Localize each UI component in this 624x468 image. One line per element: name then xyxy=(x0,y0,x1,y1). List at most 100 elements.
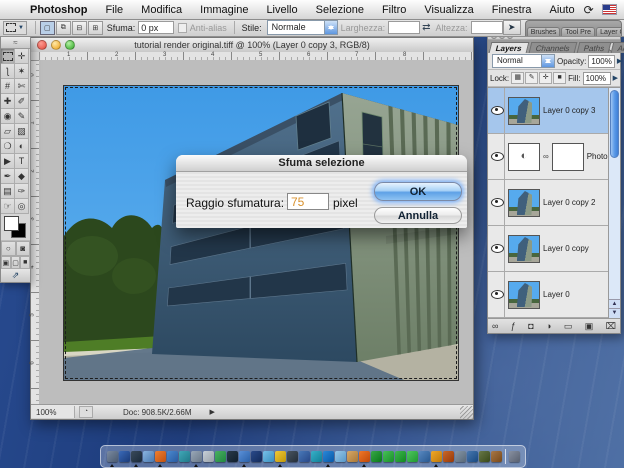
dock-icon-14[interactable] xyxy=(275,451,286,462)
menu-immagine[interactable]: Immagine xyxy=(191,4,257,16)
well-tab-brushes[interactable]: Brushes xyxy=(527,27,561,36)
tab-channels[interactable]: Channels xyxy=(528,42,577,53)
dock-icon-17[interactable] xyxy=(311,451,322,462)
fill-field[interactable]: 100% xyxy=(583,72,611,85)
status-menu-arrow-icon[interactable]: ▶ xyxy=(209,408,214,416)
slice-tool[interactable]: ✄ xyxy=(15,79,29,94)
dock-icon-22[interactable] xyxy=(371,451,382,462)
menu-modifica[interactable]: Modifica xyxy=(132,4,191,16)
new-layer-icon[interactable]: ▣ xyxy=(585,321,594,332)
opacity-field[interactable]: 100% xyxy=(588,55,614,68)
menu-aiuto[interactable]: Aiuto xyxy=(540,4,583,16)
jump-to-imageready-button[interactable]: ⇗ xyxy=(1,269,30,282)
feather-radius-input[interactable] xyxy=(287,193,329,210)
eyedropper-tool[interactable]: ✑ xyxy=(15,184,29,199)
quick-mask-off-button[interactable]: ○ xyxy=(1,241,16,256)
dock-icon-16[interactable] xyxy=(299,451,310,462)
layer-name[interactable]: Layer 0 copy 3 xyxy=(543,106,595,115)
blend-mode-dropdown[interactable]: Normal xyxy=(492,54,555,68)
clone-stamp-tool[interactable]: ◉ xyxy=(1,109,15,124)
adjustment-layer-thumbnail[interactable] xyxy=(508,143,540,171)
menu-finestra[interactable]: Finestra xyxy=(483,4,541,16)
layers-scrollbar[interactable]: ▲ ▼ xyxy=(608,88,620,318)
menu-selezione[interactable]: Selezione xyxy=(307,4,373,16)
dock-icon-8[interactable] xyxy=(203,451,214,462)
dock-icon-20[interactable] xyxy=(347,451,358,462)
document-titlebar[interactable]: tutorial render original.tiff @ 100% (La… xyxy=(31,38,473,53)
fill-arrow-icon[interactable]: ▶ xyxy=(613,74,618,82)
layer-thumbnail[interactable] xyxy=(508,189,540,217)
dock-icon-29[interactable] xyxy=(455,451,466,462)
lasso-tool[interactable]: ƪ xyxy=(1,64,15,79)
layer-mask-thumbnail[interactable] xyxy=(552,143,584,171)
gradient-tool[interactable]: ▨ xyxy=(15,124,29,139)
type-tool[interactable]: T xyxy=(15,154,29,169)
ok-button[interactable]: OK xyxy=(374,182,462,201)
zoom-level-field[interactable]: 100% xyxy=(31,406,75,418)
layer-name[interactable]: Layer 0 copy xyxy=(543,244,589,253)
dock-icon-26[interactable] xyxy=(419,451,430,462)
dock-icon-12[interactable] xyxy=(251,451,262,462)
width-input[interactable] xyxy=(388,21,420,34)
brush-tool[interactable]: ✐ xyxy=(15,94,29,109)
foreground-color-swatch[interactable] xyxy=(4,216,19,231)
dock-icon-1[interactable] xyxy=(119,451,130,462)
dock-icon-2[interactable] xyxy=(131,451,142,462)
layer-style-icon[interactable]: ƒ xyxy=(511,321,516,331)
hand-tool[interactable]: ☞ xyxy=(1,199,15,214)
path-selection-tool[interactable]: ▶ xyxy=(1,154,15,169)
dock-icon-6[interactable] xyxy=(179,451,190,462)
lock-all-icon[interactable]: ■ xyxy=(553,72,566,84)
layer-thumbnail[interactable] xyxy=(508,97,540,125)
magic-wand-tool[interactable]: ✶ xyxy=(15,64,29,79)
history-brush-tool[interactable]: ✎ xyxy=(15,109,29,124)
dock-icon-9[interactable] xyxy=(215,451,226,462)
dock-icon-19[interactable] xyxy=(335,451,346,462)
dock-icon-21[interactable] xyxy=(359,451,370,462)
add-layer-mask-icon[interactable]: ◘ xyxy=(528,321,533,331)
menu-file[interactable]: File xyxy=(96,4,132,16)
resize-grip[interactable] xyxy=(460,406,473,419)
layer-name[interactable]: Layer 0 copy 2 xyxy=(543,198,595,207)
rectangular-marquee-tool[interactable] xyxy=(1,49,15,64)
layer-row[interactable]: Layer 0 copy xyxy=(488,226,620,272)
dock-icon-32[interactable] xyxy=(491,451,502,462)
layer-row[interactable]: Layer 0 copy 2 xyxy=(488,180,620,226)
menu-filtro[interactable]: Filtro xyxy=(373,4,415,16)
dock-icon-0[interactable] xyxy=(107,451,118,462)
menu-livello[interactable]: Livello xyxy=(257,4,306,16)
visibility-toggle[interactable] xyxy=(490,88,505,133)
file-browser-button[interactable]: ➤ xyxy=(503,20,521,35)
dock-icon-13[interactable] xyxy=(263,451,274,462)
quick-mask-on-button[interactable]: ◙ xyxy=(16,241,31,256)
document-image[interactable] xyxy=(63,85,459,381)
layer-thumbnail[interactable] xyxy=(508,281,540,309)
lock-transparency-icon[interactable]: ▦ xyxy=(511,72,524,84)
dock-icon-33[interactable] xyxy=(509,451,520,462)
blur-tool[interactable]: ❍ xyxy=(1,139,15,154)
height-input[interactable] xyxy=(471,21,503,34)
dock-icon-28[interactable] xyxy=(443,451,454,462)
tool-palette-titlebar[interactable]: ≈ xyxy=(1,37,30,49)
antialias-checkbox[interactable] xyxy=(178,23,186,33)
dock-icon-30[interactable] xyxy=(467,451,478,462)
dock-icon-5[interactable] xyxy=(167,451,178,462)
status-options-icon[interactable]: ◔ xyxy=(79,406,93,418)
tab-actions[interactable]: Actions xyxy=(611,42,624,53)
scrollbar-thumb[interactable] xyxy=(610,90,619,158)
lock-position-icon[interactable]: ✛ xyxy=(539,72,552,84)
eraser-tool[interactable]: ▱ xyxy=(1,124,15,139)
well-tab-tool-pre[interactable]: Tool Pre xyxy=(561,27,595,36)
screen-mode-button-2[interactable]: ■ xyxy=(20,256,30,269)
screen-mode-button-1[interactable]: ▢ xyxy=(11,256,21,269)
tab-paths[interactable]: Paths xyxy=(576,42,611,53)
dock-icon-18[interactable] xyxy=(323,451,334,462)
add-to-selection-mode-button[interactable]: ⧉ xyxy=(56,21,71,35)
cancel-button[interactable]: Annulla xyxy=(374,207,462,224)
dock-icon-25[interactable] xyxy=(407,451,418,462)
delete-layer-icon[interactable]: ⌧ xyxy=(606,321,616,332)
visibility-toggle[interactable] xyxy=(490,134,505,179)
subtract-from-selection-mode-button[interactable]: ⊟ xyxy=(72,21,87,35)
dock-icon-23[interactable] xyxy=(383,451,394,462)
pen-tool[interactable]: ✒ xyxy=(1,169,15,184)
